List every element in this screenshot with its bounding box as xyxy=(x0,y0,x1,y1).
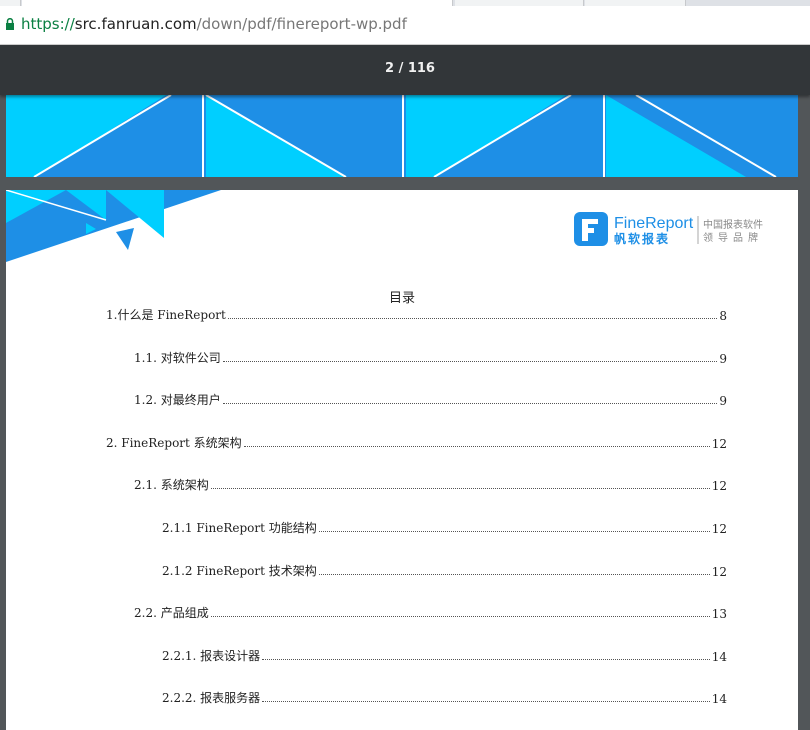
toc-entry-page: 9 xyxy=(719,394,727,408)
toc-entry[interactable]: 2.2.1. 报表设计器 14 xyxy=(162,646,727,664)
toc-entry-page: 12 xyxy=(711,479,727,493)
logo-mark: FineReport 帆软报表 中国报表软件 领导品牌 xyxy=(574,212,763,246)
toc-entry-text: 2.2.2. 报表服务器 xyxy=(162,691,261,705)
page-indicator: 2 / 116 xyxy=(385,61,435,76)
url-scheme: https:// xyxy=(21,15,75,33)
logo-brand: FineReport xyxy=(614,215,694,232)
toc-entry-text: 1.2. 对最终用户 xyxy=(134,393,221,407)
toc-dot-leader xyxy=(222,403,718,404)
toc-entry-page: 12 xyxy=(711,522,727,536)
logo-tagline-1: 中国报表软件 xyxy=(703,218,763,231)
finereport-logo: FineReport 帆软报表 中国报表软件 领导品牌 xyxy=(574,210,774,250)
toc-entry-text: 2.1. 系统架构 xyxy=(134,478,209,492)
banner-pattern xyxy=(6,95,798,177)
pdf-toolbar: 2 / 116 xyxy=(0,45,810,95)
toc-dot-leader xyxy=(210,488,710,489)
toc-entry-text: 2.1.1 FineReport 功能结构 xyxy=(162,521,317,535)
toc-entry[interactable]: 1.1. 对软件公司 9 xyxy=(134,348,727,366)
toc-entry-page: 8 xyxy=(719,309,727,323)
toc-entry[interactable]: 2.1.2 FineReport 技术架构 12 xyxy=(162,561,727,579)
previous-page-banner xyxy=(6,95,798,177)
toc-entry[interactable]: 2.1.1 FineReport 功能结构 12 xyxy=(162,518,727,536)
toc-dot-leader xyxy=(222,361,718,362)
toc-entry-page: 12 xyxy=(711,565,727,579)
toc-dot-leader xyxy=(318,574,710,575)
toc-entry[interactable]: 1.什么是 FineReport 8 xyxy=(106,305,727,323)
lock-icon xyxy=(6,18,14,30)
toc-entry[interactable]: 2.1. 系统架构 12 xyxy=(134,475,727,493)
toc-dot-leader xyxy=(210,616,710,617)
toc-entry-text: 2. FineReport 系统架构 xyxy=(106,436,242,450)
address-bar[interactable]: https://src.fanruan.com/down/pdf/finerep… xyxy=(0,6,810,45)
toc-dot-leader xyxy=(262,701,710,702)
toc-entry-text: 2.2.1. 报表设计器 xyxy=(162,649,261,663)
url-text[interactable]: https://src.fanruan.com/down/pdf/finerep… xyxy=(21,14,407,34)
toc-dot-leader xyxy=(227,318,718,319)
page-corner-decoration xyxy=(6,190,221,262)
toc-entry[interactable]: 2.2. 产品组成 13 xyxy=(134,603,727,621)
url-path: /down/pdf/finereport-wp.pdf xyxy=(196,15,407,33)
toc-dot-leader xyxy=(318,531,710,532)
toc-entry-page: 9 xyxy=(719,352,727,366)
toc-entry[interactable]: 2. FineReport 系统架构 12 xyxy=(106,433,727,451)
pdf-page: FineReport 帆软报表 中国报表软件 领导品牌 目录 1.什么是 Fin… xyxy=(6,190,798,730)
toc-entry-text: 2.2. 产品组成 xyxy=(134,606,209,620)
toc-title: 目录 xyxy=(389,291,416,306)
toc-dot-leader xyxy=(243,446,710,447)
toc-dot-leader xyxy=(262,659,710,660)
url-host: src.fanruan.com xyxy=(74,15,197,33)
logo-brand-cn: 帆软报表 xyxy=(614,231,670,246)
toc-entry-page: 14 xyxy=(711,650,727,664)
toc-entry-text: 2.1.2 FineReport 技术架构 xyxy=(162,564,317,578)
toc-entry-page: 13 xyxy=(711,607,727,621)
toc-entry[interactable]: 1.2. 对最终用户 9 xyxy=(134,390,727,408)
toc-entry-page: 14 xyxy=(711,692,727,706)
toc-entry-text: 1.什么是 FineReport xyxy=(106,308,226,322)
logo-tagline-2: 领导品牌 xyxy=(703,231,763,244)
toc-entry-text: 1.1. 对软件公司 xyxy=(134,351,221,365)
toc-entry-page: 12 xyxy=(711,437,727,451)
toc-entry[interactable]: 2.2.2. 报表服务器 14 xyxy=(162,688,727,706)
